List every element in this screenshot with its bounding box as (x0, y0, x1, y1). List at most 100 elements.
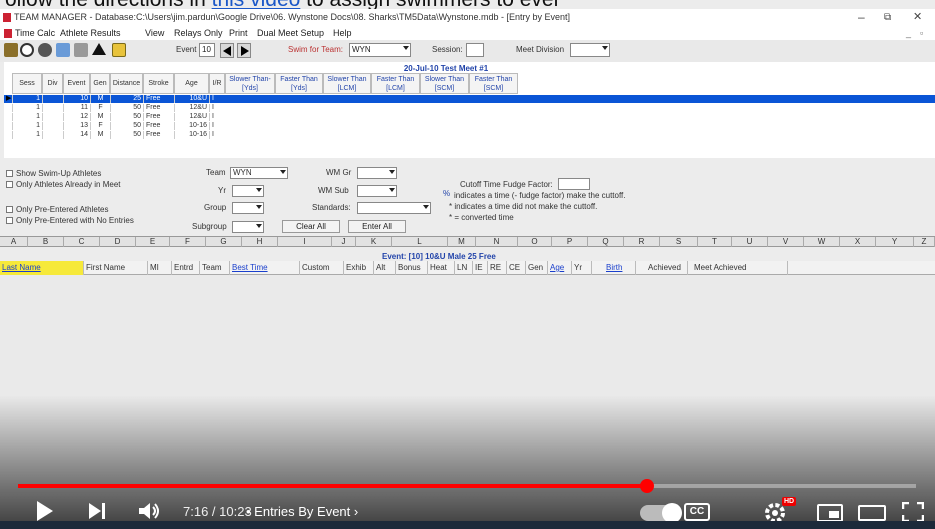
field-re[interactable]: RE (488, 261, 507, 275)
progress-scrubber[interactable] (639, 479, 654, 493)
menu-print[interactable]: Print (229, 26, 248, 40)
col-letter[interactable]: L (392, 237, 448, 247)
table-row[interactable]: ▶ 1 10 M 25 Free 10&U I (4, 95, 935, 103)
col-letter[interactable]: V (768, 237, 804, 247)
cell-age[interactable]: 10-16 (174, 131, 209, 139)
col-letter[interactable]: R (624, 237, 660, 247)
cell-event[interactable]: 14 (63, 131, 90, 139)
col-letter[interactable]: B (28, 237, 64, 247)
chapter-title[interactable]: • Entries By Event › (246, 504, 358, 519)
col-letter[interactable]: S (660, 237, 698, 247)
table-row[interactable]: 1 11 F 50 Free 12&U I (4, 104, 935, 112)
menu-athlete-results[interactable]: Athlete Results (60, 26, 121, 40)
field-age[interactable]: Age (548, 261, 572, 275)
field-heat[interactable]: Heat (428, 261, 455, 275)
cell-div[interactable] (42, 95, 63, 103)
cell-div[interactable] (42, 122, 63, 130)
field-achieved[interactable]: Achieved (636, 261, 688, 275)
swimmer-icon[interactable] (38, 43, 52, 57)
menu-time-calc[interactable]: Time Calc (15, 26, 55, 40)
cell-stroke[interactable]: Free (143, 113, 174, 121)
col-letter[interactable]: F (170, 237, 206, 247)
up-arrow-icon[interactable] (92, 43, 106, 55)
col-letter[interactable]: N (476, 237, 518, 247)
cell-sess[interactable]: 1 (12, 104, 42, 112)
only-in-meet-checkbox[interactable] (6, 181, 13, 188)
cell-ir[interactable]: I (209, 122, 225, 130)
print-icon[interactable] (74, 43, 88, 57)
close-button[interactable]: ✕ (913, 9, 922, 26)
volume-icon[interactable] (138, 502, 162, 520)
cell-sess[interactable]: 1 (12, 95, 42, 103)
cell-ir[interactable]: I (209, 113, 225, 121)
field-custom[interactable]: Custom (300, 261, 344, 275)
col-letter[interactable]: Q (588, 237, 624, 247)
field-yr[interactable]: Yr (572, 261, 592, 275)
cell-age[interactable]: 12&U (174, 113, 209, 121)
field-meet-achieved[interactable]: Meet Achieved (688, 261, 788, 275)
play-icon[interactable] (35, 500, 55, 522)
col-letter[interactable]: Y (876, 237, 914, 247)
field-alt[interactable]: Alt (374, 261, 396, 275)
col-letter[interactable]: G (206, 237, 242, 247)
cell-gen[interactable]: F (90, 122, 110, 130)
only-pre-entered-checkbox[interactable] (6, 206, 13, 213)
col-letter[interactable]: T (698, 237, 732, 247)
field-best-time[interactable]: Best Time (230, 261, 300, 275)
swim-for-team-select[interactable]: WYN (349, 43, 411, 57)
col-letter[interactable]: W (804, 237, 840, 247)
previous-event-button[interactable] (220, 43, 234, 58)
cell-distance[interactable]: 50 (110, 113, 143, 121)
folder-icon[interactable] (112, 43, 126, 57)
cell-div[interactable] (42, 113, 63, 121)
cell-ir[interactable]: I (209, 104, 225, 112)
cell-gen[interactable]: M (90, 113, 110, 121)
cell-event[interactable]: 10 (63, 95, 90, 103)
meet-division-select[interactable] (570, 43, 610, 57)
clear-all-button[interactable]: Clear All (282, 220, 340, 233)
table-row[interactable]: 1 12 M 50 Free 12&U I (4, 113, 935, 121)
miniplayer-icon[interactable] (817, 504, 843, 522)
col-letter[interactable]: H (242, 237, 278, 247)
field-birth[interactable]: Birth (592, 261, 636, 275)
cell-sess[interactable]: 1 (12, 131, 42, 139)
cell-div[interactable] (42, 104, 63, 112)
field-mi[interactable]: MI (148, 261, 172, 275)
field-team[interactable]: Team (200, 261, 230, 275)
cell-distance[interactable]: 50 (110, 122, 143, 130)
cell-sess[interactable]: 1 (12, 113, 42, 121)
child-minimize-icon[interactable]: _ (906, 26, 911, 40)
relay-icon[interactable] (56, 43, 70, 57)
field-gen[interactable]: Gen (526, 261, 548, 275)
cell-event[interactable]: 12 (63, 113, 90, 121)
fudge-factor-input[interactable] (558, 178, 590, 190)
minimize-button[interactable]: – (858, 9, 865, 26)
col-letter[interactable]: X (840, 237, 876, 247)
col-letter[interactable]: Z (914, 237, 935, 247)
cell-age[interactable]: 12&U (174, 104, 209, 112)
field-exhib[interactable]: Exhib (344, 261, 374, 275)
col-letter[interactable]: M (448, 237, 476, 247)
subgroup-select[interactable] (232, 221, 264, 233)
cell-stroke[interactable]: Free (143, 95, 174, 103)
next-event-button[interactable] (237, 43, 251, 58)
col-letter[interactable]: K (356, 237, 392, 247)
col-letter[interactable]: C (64, 237, 100, 247)
exit-icon[interactable] (4, 43, 18, 57)
captions-button[interactable]: CC (684, 503, 710, 521)
cell-gen[interactable]: M (90, 95, 110, 103)
cell-div[interactable] (42, 131, 63, 139)
session-input[interactable] (466, 43, 484, 57)
standards-select[interactable] (357, 202, 431, 214)
theater-mode-icon[interactable] (858, 505, 886, 521)
child-restore-icon[interactable]: ▫ (920, 26, 923, 40)
cell-sess[interactable]: 1 (12, 122, 42, 130)
clock-icon[interactable] (20, 43, 34, 57)
autoplay-toggle[interactable] (640, 503, 682, 523)
field-entrd[interactable]: Entrd (172, 261, 200, 275)
col-letter[interactable]: U (732, 237, 768, 247)
menu-help[interactable]: Help (333, 26, 352, 40)
cell-distance[interactable]: 50 (110, 131, 143, 139)
wm-sub-select[interactable] (357, 185, 397, 197)
table-row[interactable]: 1 14 M 50 Free 10-16 I (4, 131, 935, 139)
